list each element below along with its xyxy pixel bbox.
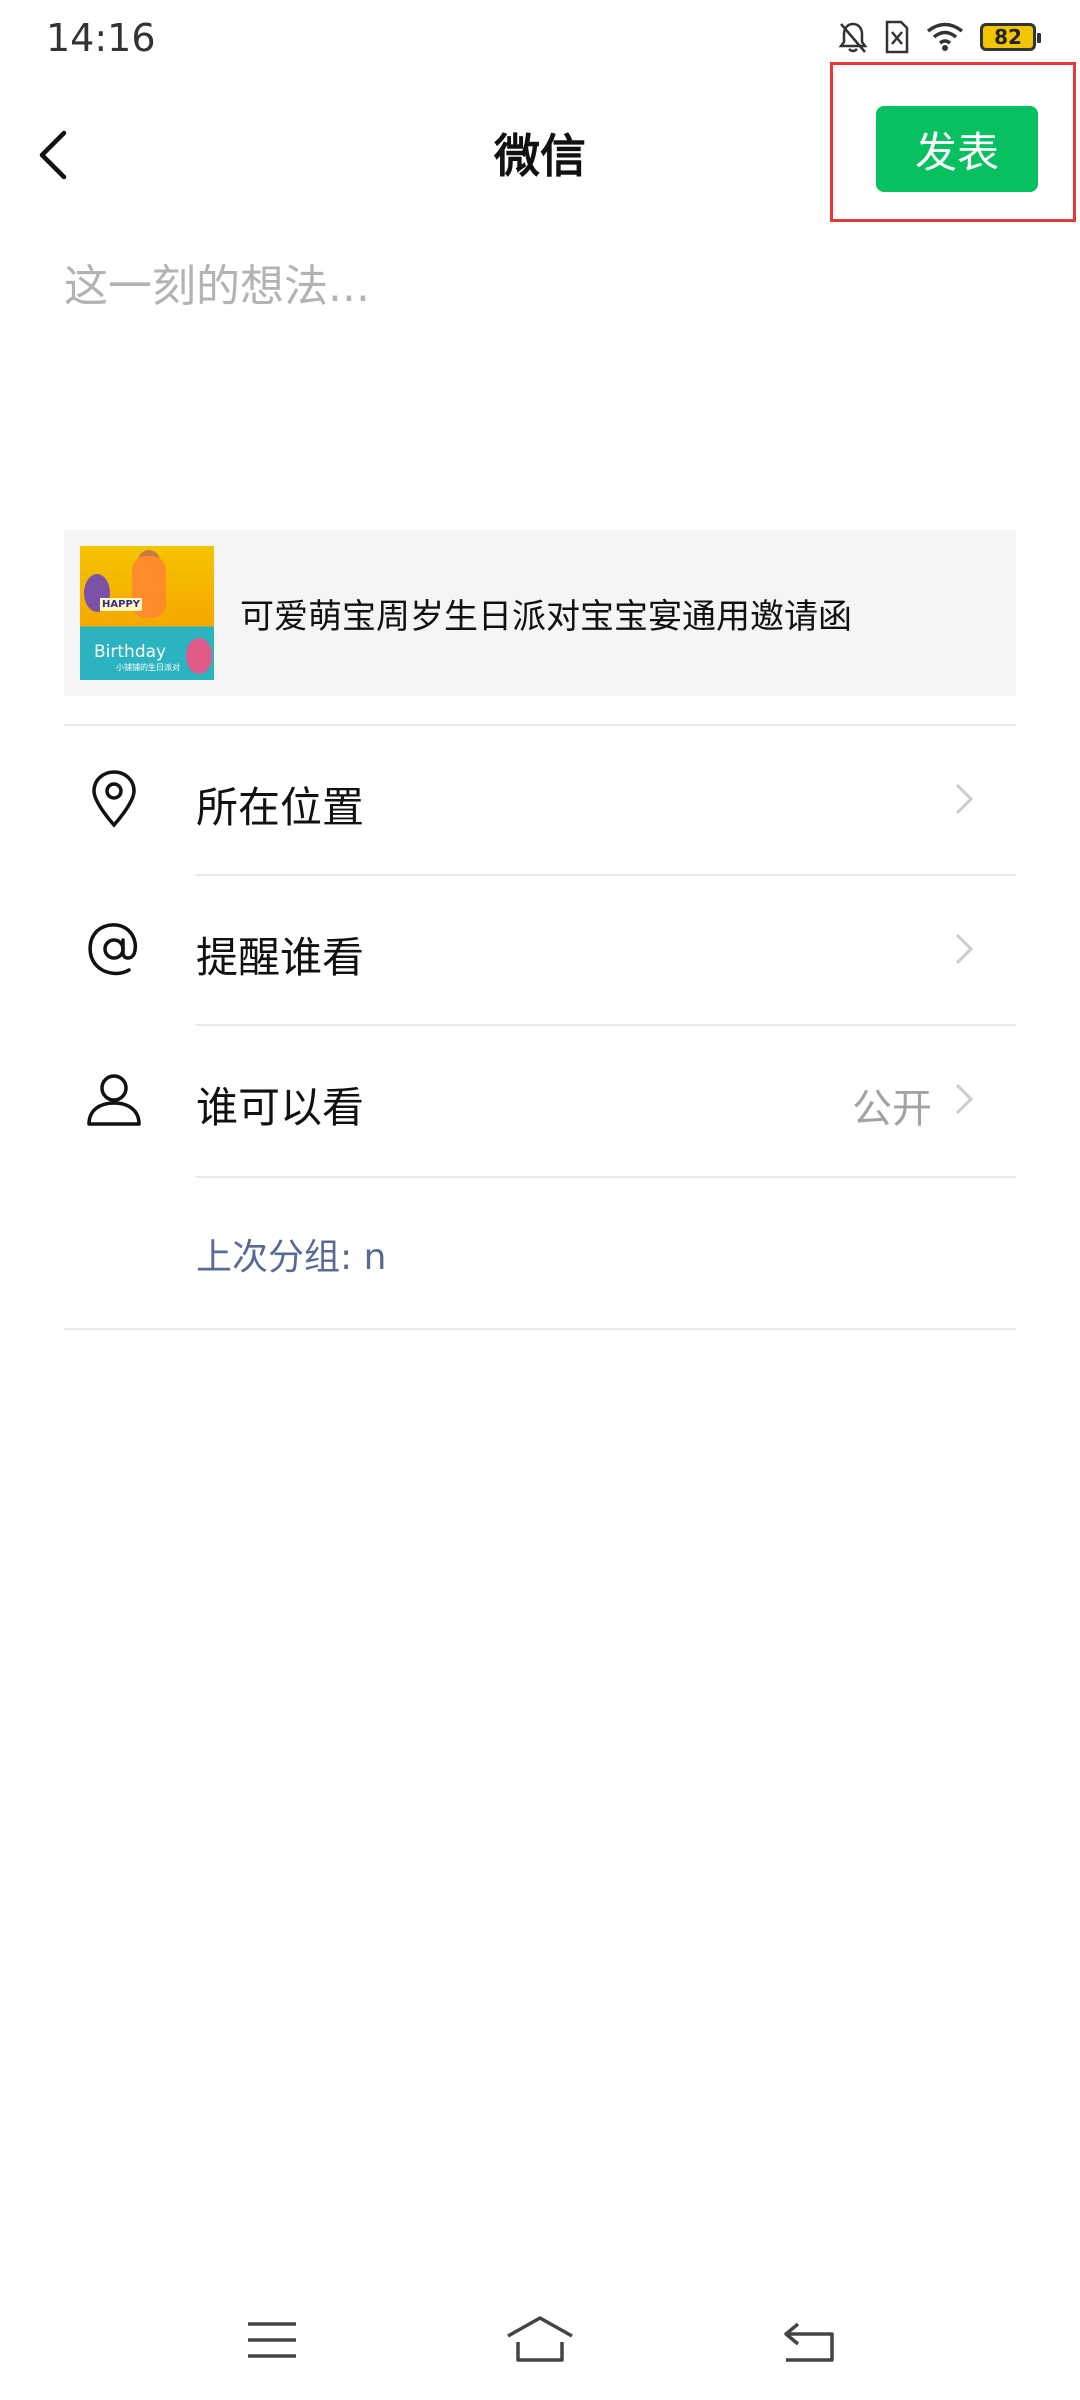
chevron-right-icon <box>955 1083 974 1115</box>
highlight-box <box>830 62 1076 222</box>
option-visibility[interactable]: 谁可以看 公开 <box>64 1024 1016 1174</box>
link-card[interactable]: HAPPY Birthday 小铺铺的生日派对 可爱萌宝周岁生日派对宝宝宴通用邀… <box>64 530 1016 696</box>
option-value: 公开 <box>852 1086 932 1132</box>
option-label: 提醒谁看 <box>196 933 365 982</box>
moments-compose-screen: 14:16 82 微信 发表 这一刻的想法... HAPPY Birthday … <box>0 0 1080 2400</box>
status-icons: 82 <box>838 20 1041 54</box>
option-mention[interactable]: 提醒谁看 <box>64 874 1016 1024</box>
divider <box>196 1176 1016 1178</box>
thumbnail-caption: 小铺铺的生日派对 <box>116 663 180 672</box>
at-sign-icon <box>84 919 144 979</box>
battery-icon: 82 <box>980 23 1041 51</box>
menu-icon <box>248 2322 296 2358</box>
option-label: 谁可以看 <box>196 1083 365 1132</box>
status-time: 14:16 <box>46 16 156 60</box>
thought-input[interactable] <box>64 250 1016 470</box>
option-location[interactable]: 所在位置 <box>64 724 1016 874</box>
wifi-icon <box>926 22 964 52</box>
home-icon <box>507 2316 573 2362</box>
chevron-right-icon <box>955 783 974 815</box>
option-label: 所在位置 <box>196 783 365 832</box>
system-nav-bar <box>0 2280 1080 2400</box>
home-button[interactable] <box>500 2300 580 2380</box>
bell-off-icon <box>838 20 868 54</box>
sim-off-icon <box>884 20 910 54</box>
menu-button[interactable] <box>232 2300 312 2380</box>
back-icon <box>784 2322 834 2362</box>
divider <box>64 1328 1016 1330</box>
link-title: 可爱萌宝周岁生日派对宝宝宴通用邀请函 <box>240 596 852 637</box>
location-pin-icon <box>84 769 144 829</box>
balloon-graphic <box>186 638 212 674</box>
link-thumbnail: HAPPY Birthday 小铺铺的生日派对 <box>80 546 214 680</box>
person-icon <box>84 1069 144 1129</box>
back-nav-button[interactable] <box>768 2300 848 2380</box>
thumbnail-text: Birthday <box>94 642 167 662</box>
last-group-link[interactable]: 上次分组: n <box>196 1228 386 1280</box>
chevron-right-icon <box>955 933 974 965</box>
thumbnail-badge: HAPPY <box>100 598 143 611</box>
